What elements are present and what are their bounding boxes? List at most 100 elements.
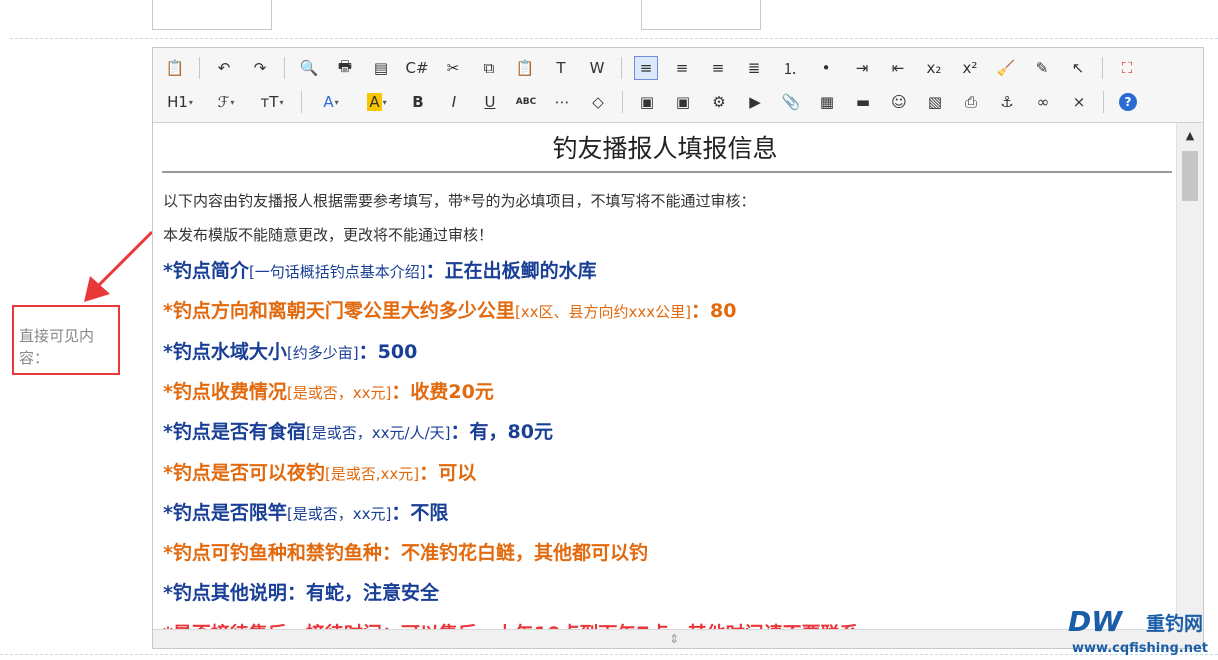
field-label: *钓点是否有食宿 (163, 421, 306, 444)
field-value: 有，80元 (469, 421, 553, 444)
clear-format-icon[interactable]: 🧹 (994, 56, 1018, 80)
font-family-icon[interactable]: ℱ ▾ (209, 90, 243, 114)
code-icon[interactable]: ▬ (851, 90, 875, 114)
align-left-icon-glyph: ≡ (639, 59, 653, 77)
paste-from-word-icon[interactable]: W (585, 56, 609, 80)
video-icon[interactable]: ▶ (743, 90, 767, 114)
outdent-icon[interactable]: ⇤ (886, 56, 910, 80)
source-code-icon[interactable]: C# (405, 56, 429, 80)
field-sep: ： (286, 582, 306, 605)
divider-bottom (0, 654, 1218, 655)
image-icon[interactable]: ▣ (635, 90, 659, 114)
indent-icon[interactable]: ⇥ (850, 56, 874, 80)
field-label: *钓点水域大小 (163, 340, 287, 363)
form-field-line: *钓点是否限竿[是或否，xx元]：不限 (163, 498, 448, 525)
field-value: 不限 (410, 501, 449, 524)
form-field-line: *钓点是否可以夜钓[是或否,xx元]：可以 (163, 458, 476, 485)
paste-word-icon[interactable]: 📋 (163, 56, 187, 80)
underline-icon[interactable]: U (478, 90, 502, 114)
form-field-line: *钓点收费情况[是或否，xx元]：收费20元 (163, 377, 494, 404)
anchor-icon[interactable]: ⚓ (995, 90, 1019, 114)
map-icon-glyph: ▧ (927, 93, 943, 111)
page-break-icon-glyph: ⎙ (964, 93, 977, 111)
help-icon[interactable]: ? (1116, 90, 1140, 114)
field-sep: ： (419, 461, 439, 484)
field-label: *钓点是否限竿 (163, 501, 287, 524)
print-icon-glyph: 🖶 (337, 56, 353, 75)
fullscreen-icon[interactable]: ⛶ (1115, 56, 1139, 80)
flash-icon[interactable]: ⚙ (707, 90, 731, 114)
align-right-icon[interactable]: ≡ (706, 56, 730, 80)
intro-line-1: 以下内容由钓友播报人根据需要参考填写，带*号的为必填项目，不填写将不能通过审核： (163, 192, 756, 210)
bold-icon[interactable]: B (406, 90, 430, 114)
top-input-box-left[interactable] (152, 0, 272, 30)
italic-icon[interactable]: I (442, 90, 466, 114)
scroll-up-icon[interactable]: ▲ (1177, 129, 1203, 142)
multi-image-icon[interactable]: ▣ (671, 90, 695, 114)
print-icon[interactable]: 🖶 (333, 56, 357, 80)
heading-icon[interactable]: H1 ▾ (163, 90, 197, 114)
editor-content[interactable]: 钓友播报人填报信息 以下内容由钓友播报人根据需要参考填写，带*号的为必填项目，不… (154, 123, 1176, 631)
highlight-color-icon[interactable]: A ▾ (360, 90, 394, 114)
resize-grip-icon[interactable]: ⇕ (669, 632, 679, 646)
cursor-icon-glyph: ↖ (1071, 59, 1085, 77)
unordered-list-icon-glyph: • (821, 59, 831, 77)
toolbar-separator (199, 57, 200, 79)
ordered-list-icon[interactable]: ⒈ (778, 56, 802, 80)
copy-icon[interactable]: ⧉ (477, 56, 501, 80)
eraser-icon[interactable]: ◇ (586, 90, 610, 114)
emoticon-icon[interactable]: ☺ (887, 90, 911, 114)
subscript-icon[interactable]: x₂ (922, 56, 946, 80)
paste-text-icon[interactable]: T (549, 56, 573, 80)
form-field-line: *钓点是否有食宿[是或否，xx元/人/天]：有，80元 (163, 417, 553, 444)
editor-resize-bar[interactable]: ⇕ (153, 629, 1203, 648)
field-hint: [是或否，xx元] (286, 383, 392, 402)
editor-scrollbar[interactable]: ▲ (1176, 123, 1203, 631)
field-label: *钓点可钓鱼种和禁钓鱼种 (163, 542, 382, 565)
site-watermark: DW 重钓网 www.cqfishing.net (1068, 605, 1218, 660)
unlink-icon[interactable]: ⨯ (1067, 90, 1091, 114)
cut-icon[interactable]: ✂ (441, 56, 465, 80)
toolbar-separator (284, 57, 285, 79)
unlink-icon-glyph: ⨯ (1072, 93, 1086, 111)
watermark-logo: DW (1068, 605, 1123, 638)
template-icon[interactable]: ▤ (369, 56, 393, 80)
align-justify-icon[interactable]: ≣ (742, 56, 766, 80)
cursor-icon[interactable]: ↖ (1066, 56, 1090, 80)
strikethrough-icon-glyph: ABC (515, 97, 537, 107)
superscript-icon[interactable]: x² (958, 56, 982, 80)
link-icon-glyph: ∞ (1036, 93, 1050, 111)
link-icon[interactable]: ∞ (1031, 90, 1055, 114)
form-field-line: *钓点简介[一句话概括钓点基本介绍]：正在出板鲫的水库 (163, 256, 597, 283)
field-label: *钓点其他说明 (163, 582, 287, 605)
table-icon[interactable]: ▦ (815, 90, 839, 114)
field-hint: [约多少亩] (286, 343, 359, 362)
superscript-icon-glyph: x² (962, 59, 978, 77)
toolbar-row-2: H1 ▾ ℱ ▾ тT ▾ A ▾ A ▾ B I U ABC ⋯ ◇ ▣ ▣ ⚙ ▶ 📎 ▦ ▬ ☺ ▧ ⎙ ⚓ ∞ ⨯? (163, 87, 1152, 117)
dropdown-caret-icon: ▾ (230, 97, 235, 107)
preview-icon[interactable]: 🔍 (297, 56, 321, 80)
field-value: 不准钓花白鲢，其他都可以钓 (400, 542, 648, 565)
select-all-icon[interactable]: ✎ (1030, 56, 1054, 80)
eraser-icon-glyph: ◇ (592, 93, 604, 111)
rich-text-editor[interactable]: 📋 ↶ ↷ 🔍 🖶 ▤ C# ✂ ⧉ 📋 T W ≡ ≡ ≡ ≣ ⒈ • ⇥ ⇤ x₂ x² 🧹 ✎ ↖ ⛶ H1 ▾ ℱ ▾ тT ▾ A ▾… (152, 47, 1204, 649)
undo-icon[interactable]: ↶ (212, 56, 236, 80)
map-icon[interactable]: ▧ (923, 90, 947, 114)
font-color-icon-glyph: A (323, 93, 334, 111)
strikethrough-icon[interactable]: ABC (514, 90, 538, 114)
attachment-icon[interactable]: 📎 (779, 90, 803, 114)
align-center-icon[interactable]: ≡ (670, 56, 694, 80)
font-color-icon[interactable]: A ▾ (314, 90, 348, 114)
redo-icon[interactable]: ↷ (248, 56, 272, 80)
field-value: 收费20元 (410, 380, 494, 403)
toolbar-separator (621, 57, 622, 79)
unordered-list-icon[interactable]: • (814, 56, 838, 80)
paste-icon[interactable]: 📋 (513, 56, 537, 80)
font-size-icon[interactable]: тT ▾ (255, 90, 289, 114)
top-input-box-right[interactable] (641, 0, 761, 30)
align-left-icon[interactable]: ≡ (634, 56, 658, 80)
hr-icon[interactable]: ⋯ (550, 90, 574, 114)
scroll-thumb[interactable] (1182, 151, 1198, 201)
page-break-icon[interactable]: ⎙ (959, 90, 983, 114)
form-field-line: *钓点可钓鱼种和禁钓鱼种：不准钓花白鲢，其他都可以钓 (163, 538, 648, 565)
